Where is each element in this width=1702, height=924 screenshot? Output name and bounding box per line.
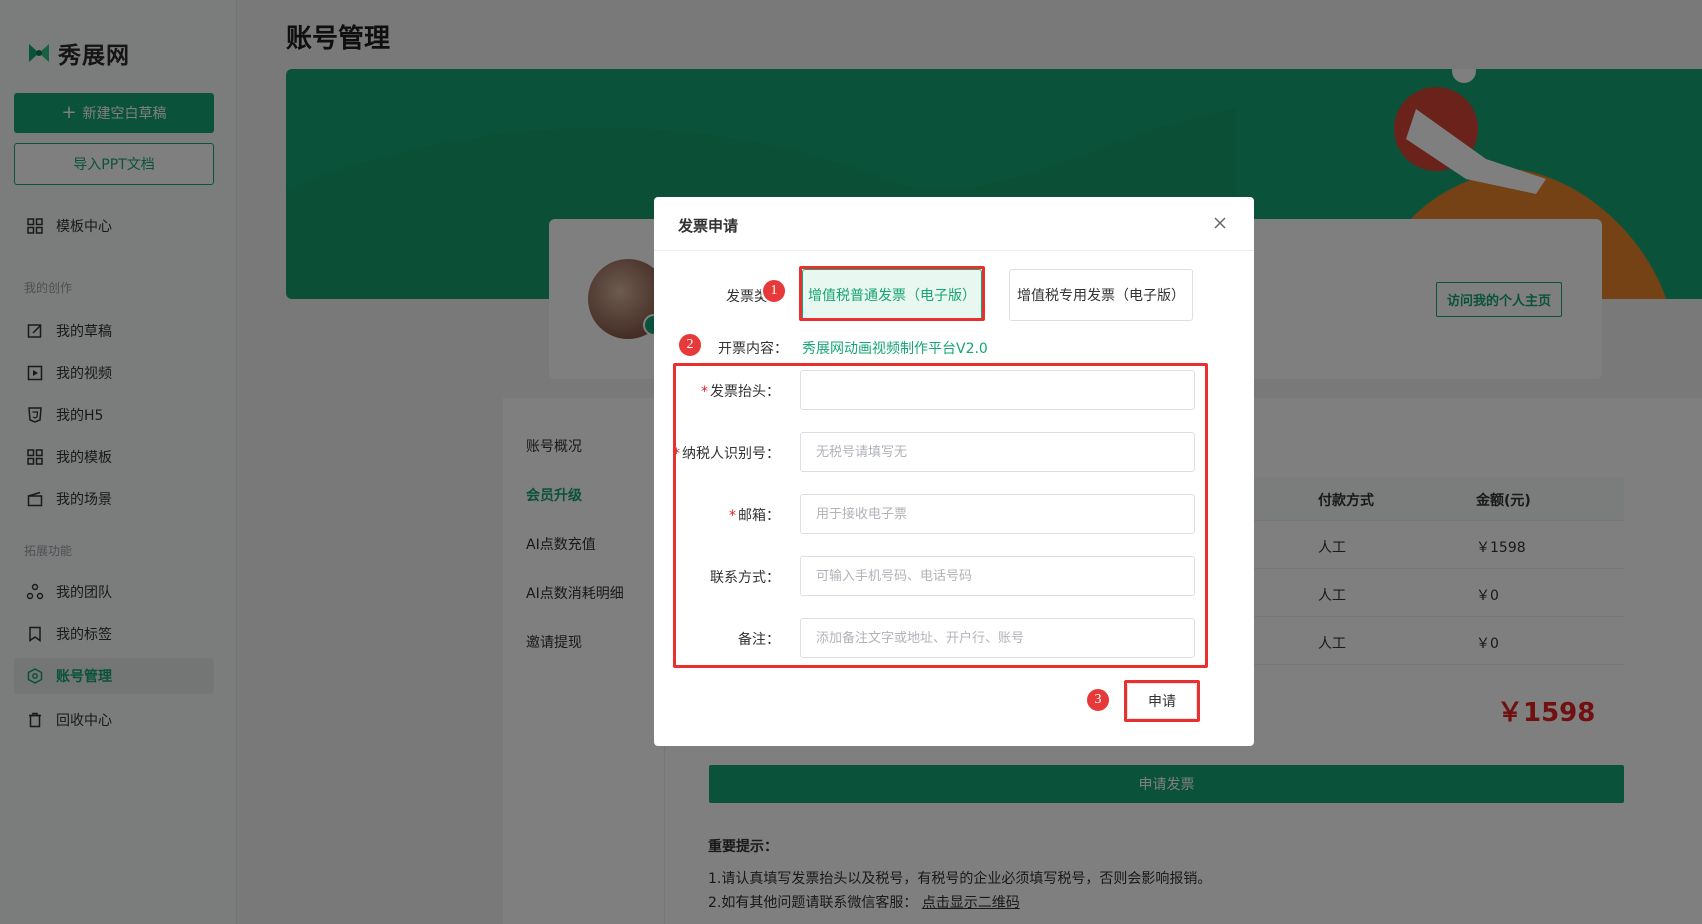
invoice-type-special-option[interactable]: 增值税专用发票（电子版） [1009, 269, 1193, 321]
annotation-badge-1: 1 [761, 278, 787, 304]
invoice-content-label: 开票内容： [718, 341, 788, 357]
contact-input[interactable] [800, 556, 1195, 596]
field-label: 邮箱： [738, 508, 780, 524]
field-label: 发票抬头： [710, 384, 780, 400]
close-icon[interactable] [1210, 213, 1230, 233]
required-mark: * [701, 384, 708, 400]
email-label: * 邮箱： [729, 505, 780, 525]
invoice-content-value: 秀展网动画视频制作平台V2.0 [802, 341, 988, 357]
invoice-title-label: * 发票抬头： [701, 381, 780, 401]
required-mark: * [729, 508, 736, 524]
dialog-header: 发票申请 [654, 197, 1254, 251]
field-label: 纳税人识别号： [682, 446, 780, 462]
invoice-title-input[interactable] [800, 370, 1195, 410]
taxpayer-id-input[interactable] [800, 432, 1195, 472]
required-mark: * [673, 446, 680, 462]
annotation-badge-3: 3 [1085, 687, 1111, 713]
contact-label: 联系方式： [710, 567, 780, 587]
invoice-type-normal-option[interactable]: 增值税普通发票（电子版） [802, 269, 982, 321]
field-label: 联系方式： [710, 570, 780, 586]
field-label: 备注： [738, 632, 780, 648]
email-input[interactable] [800, 494, 1195, 534]
submit-button[interactable]: 申请 [1127, 683, 1197, 719]
annotation-badge-2: 2 [677, 332, 703, 358]
remark-input[interactable] [800, 618, 1195, 658]
dialog-title: 发票申请 [678, 217, 739, 235]
taxpayer-id-label: * 纳税人识别号： [673, 443, 780, 463]
remark-label: 备注： [738, 629, 780, 649]
